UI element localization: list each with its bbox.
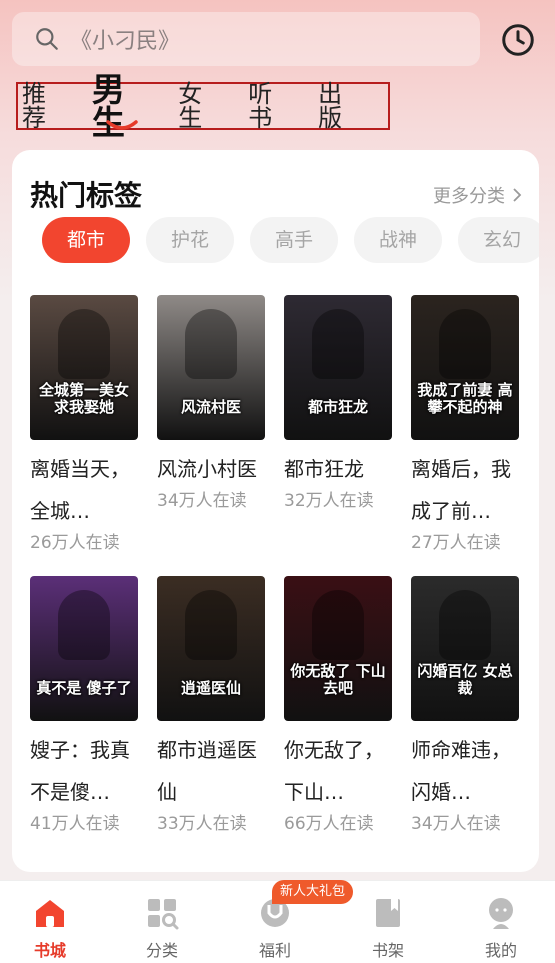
tag-chips: 都市 护花 高手 战神 玄幻 bbox=[42, 217, 539, 265]
book-title: 离婚后，我成了前… bbox=[411, 457, 511, 523]
nav-label: 我的 bbox=[484, 941, 517, 960]
nav-category[interactable]: 分类 bbox=[132, 895, 192, 961]
more-categories-label: 更多分类 bbox=[433, 186, 505, 207]
hot-tags-card: 热门标签 更多分类 都市 护花 高手 战神 玄幻 全城第一美女 求我娶她 离婚当天，全城… bbox=[12, 150, 539, 872]
book-readers: 34万人在读 bbox=[411, 814, 501, 834]
book-title: 都市逍遥医仙 bbox=[157, 738, 257, 804]
book-title: 离婚当天，全城… bbox=[30, 457, 130, 523]
cover-title: 你无敌了 下山去吧 bbox=[290, 661, 386, 697]
nav-label: 书架 bbox=[371, 941, 404, 960]
book-title: 师命难违，闪婚… bbox=[411, 738, 511, 804]
book-readers: 33万人在读 bbox=[157, 814, 247, 834]
bookshelf-icon bbox=[376, 899, 400, 927]
book-cover[interactable]: 都市狂龙 bbox=[284, 295, 392, 440]
search-placeholder: 《小刁民》 bbox=[70, 29, 181, 54]
more-categories-link[interactable]: 更多分类 bbox=[433, 182, 523, 208]
book-card[interactable]: 真不是 傻子了 嫂子：我真不是傻… 41万人在读 bbox=[30, 576, 140, 834]
book-card[interactable]: 风流村医 风流小村医 34万人在读 bbox=[157, 295, 267, 511]
book-cover[interactable]: 逍遥医仙 bbox=[157, 576, 265, 721]
book-readers: 66万人在读 bbox=[284, 814, 374, 834]
nav-label: 福利 bbox=[258, 941, 291, 960]
cover-figure bbox=[439, 309, 491, 379]
search-bar[interactable]: 《小刁民》 bbox=[12, 12, 480, 66]
cover-title: 闪婚百亿 女总裁 bbox=[417, 661, 513, 697]
book-cover[interactable]: 全城第一美女 求我娶她 bbox=[30, 295, 138, 440]
cover-figure bbox=[58, 590, 110, 660]
cover-title: 全城第一美女 求我娶她 bbox=[38, 380, 129, 416]
book-readers: 41万人在读 bbox=[30, 814, 120, 834]
book-card[interactable]: 全城第一美女 求我娶她 离婚当天，全城… 26万人在读 bbox=[30, 295, 140, 553]
cover-title: 风流村医 bbox=[180, 397, 241, 416]
chip-tag[interactable]: 战神 bbox=[354, 217, 442, 263]
chevron-right-icon bbox=[513, 188, 522, 202]
book-readers: 26万人在读 bbox=[30, 533, 120, 553]
book-card[interactable]: 我成了前妻 高攀不起的神 离婚后，我成了前… 27万人在读 bbox=[411, 295, 521, 553]
history-clock-icon[interactable] bbox=[500, 22, 536, 58]
book-title: 嫂子：我真不是傻… bbox=[30, 738, 130, 804]
book-cover[interactable]: 真不是 傻子了 bbox=[30, 576, 138, 721]
cover-figure bbox=[312, 309, 364, 379]
book-readers: 32万人在读 bbox=[284, 491, 374, 511]
cover-figure bbox=[185, 590, 237, 660]
book-cover[interactable]: 风流村医 bbox=[157, 295, 265, 440]
tab-female[interactable]: 女生 bbox=[178, 82, 222, 130]
tab-audiobook[interactable]: 听书 bbox=[248, 82, 292, 130]
nav-label: 书城 bbox=[33, 941, 66, 960]
book-card[interactable]: 闪婚百亿 女总裁 师命难违，闪婚… 34万人在读 bbox=[411, 576, 521, 834]
new-user-gift-badge[interactable]: 新人大礼包 bbox=[272, 880, 354, 904]
book-cover[interactable]: 你无敌了 下山去吧 bbox=[284, 576, 392, 721]
section-title: 热门标签 bbox=[30, 179, 143, 212]
bookstore-icon bbox=[36, 900, 64, 927]
chip-tag[interactable]: 都市 bbox=[42, 217, 130, 263]
cover-figure bbox=[312, 590, 364, 660]
chip-tag[interactable]: 玄幻 bbox=[458, 217, 539, 263]
chip-tag[interactable]: 高手 bbox=[250, 217, 338, 263]
nav-label: 分类 bbox=[145, 941, 178, 960]
cover-figure bbox=[185, 309, 237, 379]
book-title: 风流小村医 bbox=[157, 457, 257, 481]
book-cover[interactable]: 我成了前妻 高攀不起的神 bbox=[411, 295, 519, 440]
book-card[interactable]: 逍遥医仙 都市逍遥医仙 33万人在读 bbox=[157, 576, 267, 834]
nav-bookstore[interactable]: 书城 bbox=[20, 895, 80, 961]
cover-title: 真不是 傻子了 bbox=[36, 678, 132, 697]
channel-tabs: 推荐 男生 女生 听书 出版 bbox=[16, 73, 390, 139]
book-title: 你无敌了，下山… bbox=[284, 738, 384, 804]
chip-tag[interactable]: 护花 bbox=[146, 217, 234, 263]
book-card[interactable]: 你无敌了 下山去吧 你无敌了，下山… 66万人在读 bbox=[284, 576, 394, 834]
active-tab-indicator bbox=[106, 120, 138, 130]
nav-welfare[interactable]: 福利 bbox=[245, 895, 305, 961]
search-icon bbox=[36, 28, 58, 50]
book-title: 都市狂龙 bbox=[284, 457, 364, 481]
category-icon bbox=[148, 899, 179, 930]
cover-title: 都市狂龙 bbox=[307, 397, 368, 416]
book-readers: 27万人在读 bbox=[411, 533, 501, 553]
cover-title: 我成了前妻 高攀不起的神 bbox=[417, 380, 513, 416]
cover-title: 逍遥医仙 bbox=[180, 678, 241, 697]
profile-icon bbox=[489, 898, 513, 929]
cover-figure bbox=[58, 309, 110, 379]
tab-recommend[interactable]: 推荐 bbox=[22, 82, 66, 130]
cover-figure bbox=[439, 590, 491, 660]
nav-profile[interactable]: 我的 bbox=[471, 895, 531, 961]
book-card[interactable]: 都市狂龙 都市狂龙 32万人在读 bbox=[284, 295, 394, 511]
nav-bookshelf[interactable]: 书架 bbox=[358, 895, 418, 961]
book-cover[interactable]: 闪婚百亿 女总裁 bbox=[411, 576, 519, 721]
tab-publishing[interactable]: 出版 bbox=[318, 82, 362, 130]
